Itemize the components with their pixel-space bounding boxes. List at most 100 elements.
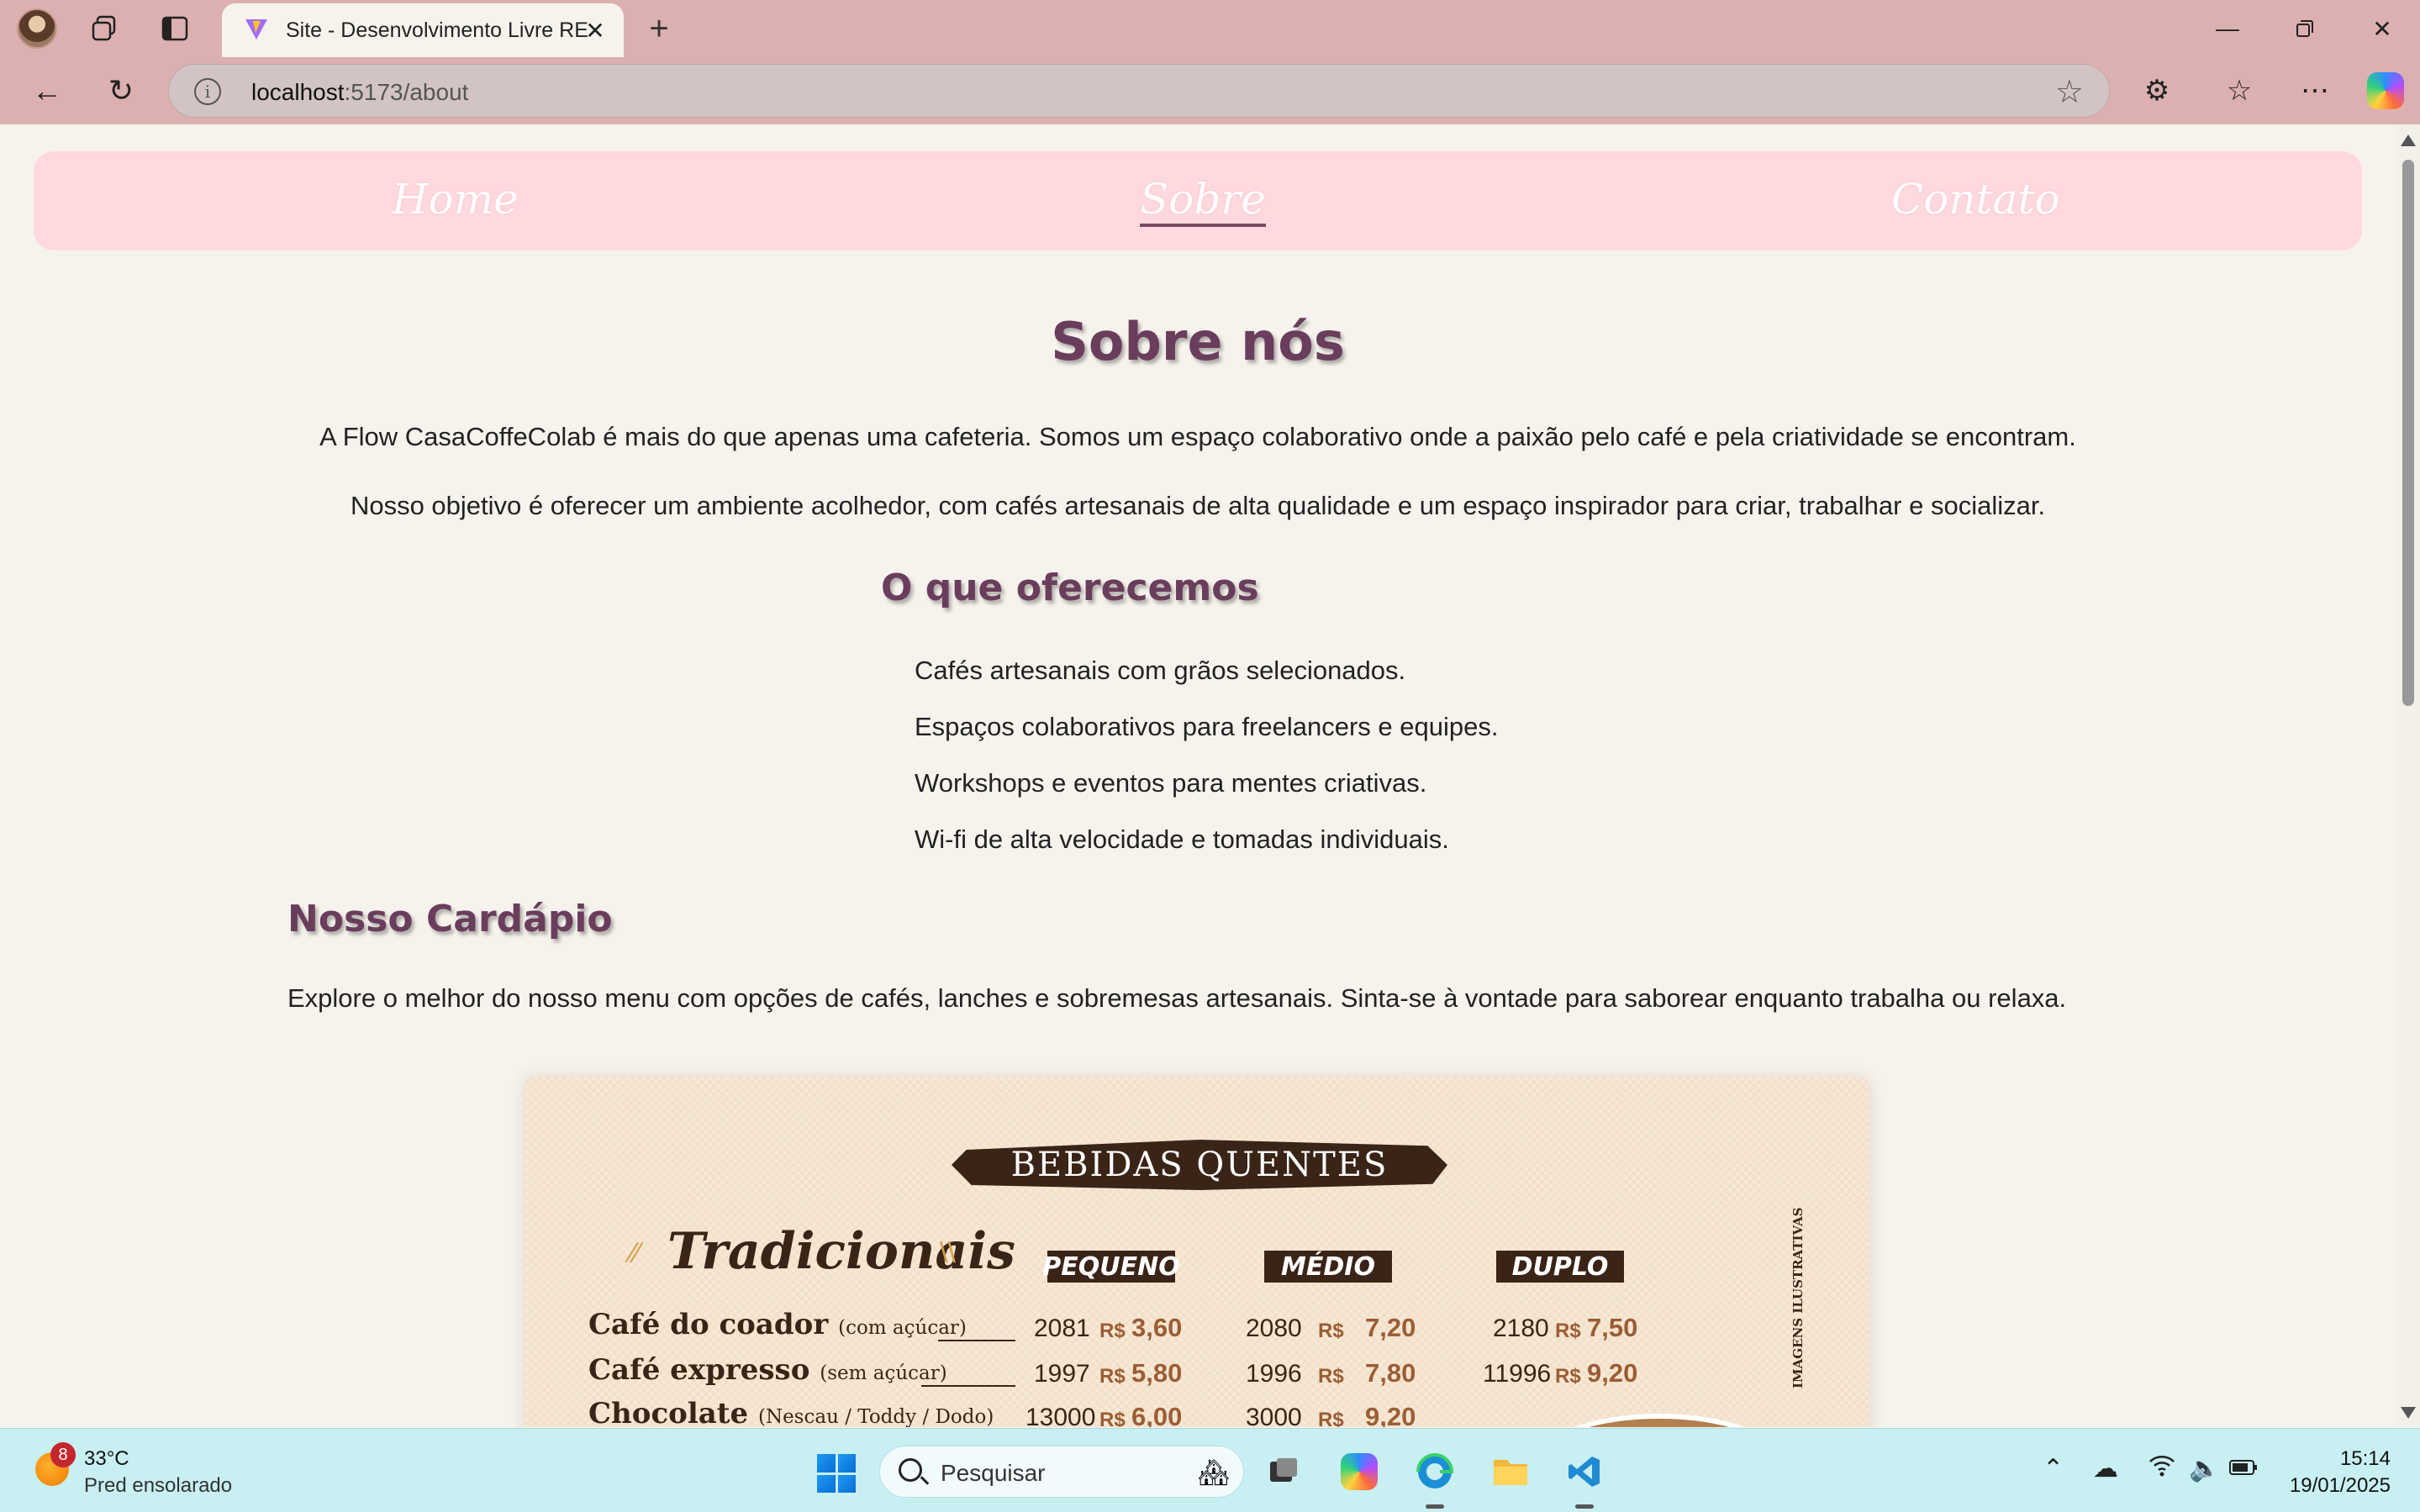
close-tab-icon[interactable]: ✕ [580, 15, 610, 45]
page-scrollbar[interactable] [2396, 124, 2420, 1427]
currency-label: R$ [1318, 1365, 1344, 1388]
vscode-icon[interactable] [1562, 1449, 1607, 1494]
copilot-app-icon[interactable] [1337, 1449, 1382, 1494]
offer-item: Wi-fi de alta velocidade e tomadas indiv… [915, 824, 1449, 854]
wifi-icon[interactable] [2148, 1454, 2175, 1484]
page-title: Sobre nós [1051, 311, 1345, 372]
about-paragraph-1: A Flow CasaCoffeColab é mais do que apen… [319, 422, 2076, 451]
menu-item-title: Café do coador [588, 1308, 829, 1341]
extensions-icon[interactable]: ⚙ [2137, 71, 2177, 111]
menu-item-name: Chocolate (Nescau / Toddy / Dodo) [588, 1397, 994, 1427]
copilot-icon[interactable] [2365, 71, 2406, 111]
nav-home-link[interactable]: Home [392, 175, 519, 224]
new-tab-icon[interactable]: + [641, 10, 677, 47]
currency-label: R$ [1099, 1365, 1126, 1388]
menu-banner: BEBIDAS QUENTES [952, 1140, 1447, 1190]
url-host: localhost [251, 79, 345, 105]
site-navbar: Home Sobre Contato [34, 151, 2362, 250]
menu-item-note: (sem açúcar) [820, 1362, 947, 1384]
nav-about-link[interactable]: Sobre [1140, 175, 1266, 227]
menu-leader-line [938, 1340, 1015, 1341]
scroll-thumb[interactable] [2402, 160, 2414, 706]
profile-avatar[interactable] [17, 8, 57, 49]
search-placeholder: Pesquisar [941, 1460, 1046, 1486]
close-window-icon[interactable]: ✕ [2357, 8, 2407, 49]
browser-toolbar: ← ↻ i localhost:5173/about ☆ ⚙ ☆ ⋯ [0, 57, 2420, 124]
clock-time: 15:14 [2339, 1447, 2391, 1470]
workspaces-icon[interactable] [86, 10, 123, 47]
taskbar: 8 33°C Pred ensolarado Pesquisar 🏘 ⌃ ☁ 🔈… [0, 1428, 2420, 1512]
offer-item: Workshops e eventos para mentes criativa… [915, 768, 1427, 798]
offer-item: Espaços colaborativos para freelancers e… [915, 712, 1499, 741]
address-url: localhost:5173/about [251, 79, 468, 106]
restore-icon[interactable] [2280, 8, 2330, 49]
back-icon[interactable]: ← [27, 71, 67, 111]
menu-price: 3,60 [1131, 1313, 1183, 1342]
menu-code: 1996 [1246, 1360, 1302, 1388]
battery-icon[interactable] [2229, 1454, 2258, 1483]
menu-price: 5,80 [1131, 1358, 1183, 1388]
menu-price: 9,20 [1365, 1402, 1416, 1427]
task-view-icon[interactable] [1261, 1449, 1306, 1494]
menu-price: 7,50 [1587, 1313, 1638, 1342]
scroll-down-icon[interactable] [2401, 1407, 2416, 1419]
weather-temperature[interactable]: 33°C [84, 1447, 129, 1471]
menu-heading: Nosso Cardápio [287, 898, 613, 940]
menu-image: BEBIDAS QUENTES ⁄⁄ Tradicionais \\ PEQUE… [525, 1077, 1869, 1427]
clock-date: 19/01/2025 [2289, 1474, 2391, 1497]
currency-label: R$ [1555, 1320, 1581, 1342]
menu-intro: Explore o melhor do nosso menu com opçõe… [287, 983, 2067, 1013]
volume-icon[interactable]: 🔈 [2189, 1454, 2220, 1483]
minimize-icon[interactable]: — [2202, 8, 2253, 49]
offer-heading: O que oferecemos [881, 566, 1259, 609]
sparkle-right-icon: \\ [940, 1237, 956, 1269]
system-clock[interactable]: 15:14 19/01/2025 [2281, 1446, 2391, 1499]
running-app-indicator [1575, 1504, 1594, 1509]
menu-code: 11996 [1483, 1360, 1552, 1388]
page-viewport: Home Sobre Contato Sobre nós A Flow Casa… [0, 124, 2396, 1427]
menu-code: 2080 [1246, 1314, 1302, 1342]
favorites-icon[interactable]: ☆ [2219, 71, 2259, 111]
menu-item-note: (Nescau / Toddy / Dodo) [757, 1406, 994, 1427]
file-explorer-icon[interactable] [1488, 1449, 1533, 1494]
sparkle-left-icon: ⁄⁄ [630, 1237, 641, 1269]
offer-item: Cafés artesanais com grãos selecionados. [915, 656, 1406, 685]
browser-tab-bar: Site - Desenvolvimento Livre REACT ✕ + —… [0, 0, 2420, 57]
menu-item-title: Café expresso [588, 1353, 810, 1387]
taskbar-search[interactable]: Pesquisar 🏘 [879, 1446, 1244, 1498]
search-highlight-icon: 🏘 [1197, 1459, 1230, 1487]
weather-condition[interactable]: Pred ensolarado [84, 1474, 232, 1498]
start-button-icon[interactable] [817, 1454, 856, 1493]
menu-code: 3000 [1246, 1404, 1302, 1427]
refresh-icon[interactable]: ↻ [101, 71, 141, 111]
site-info-icon[interactable]: i [194, 78, 221, 105]
size-header: DUPLO [1496, 1251, 1624, 1283]
menu-price: 9,20 [1587, 1358, 1638, 1388]
menu-item-title: Chocolate [588, 1397, 749, 1427]
about-paragraph-2: Nosso objetivo é oferecer um ambiente ac… [350, 491, 2046, 520]
currency-label: R$ [1318, 1320, 1344, 1342]
favorite-star-icon[interactable]: ☆ [2055, 73, 2084, 111]
menu-item-name: Café do coador (com açúcar) [588, 1308, 967, 1341]
active-tab[interactable]: Site - Desenvolvimento Livre REACT ✕ [222, 3, 624, 57]
currency-label: R$ [1099, 1320, 1126, 1342]
more-menu-icon[interactable]: ⋯ [2295, 71, 2335, 111]
scroll-up-icon[interactable] [2401, 134, 2416, 146]
menu-price: 7,20 [1365, 1313, 1416, 1342]
coffee-cup-image [1533, 1414, 1785, 1427]
tab-title: Site - Desenvolvimento Livre REACT [286, 18, 588, 42]
menu-section-title: Tradicionais [667, 1222, 1015, 1281]
currency-label: R$ [1318, 1409, 1344, 1427]
size-header: PEQUENO [1042, 1251, 1180, 1283]
vertical-tabs-icon[interactable] [156, 10, 193, 47]
menu-item-note: (com açúcar) [838, 1317, 967, 1339]
show-hidden-icons-icon[interactable]: ⌃ [2043, 1454, 2064, 1483]
edge-browser-icon[interactable] [1412, 1449, 1458, 1494]
menu-leader-line [921, 1385, 1015, 1387]
currency-label: R$ [1099, 1409, 1126, 1427]
nav-contact-link[interactable]: Contato [1891, 175, 2060, 224]
weather-badge: 8 [50, 1442, 76, 1467]
onedrive-sync-icon[interactable]: ☁ [2093, 1454, 2118, 1483]
menu-code: 13000 [1025, 1404, 1096, 1427]
address-bar[interactable]: i localhost:5173/about ☆ [168, 64, 2110, 118]
